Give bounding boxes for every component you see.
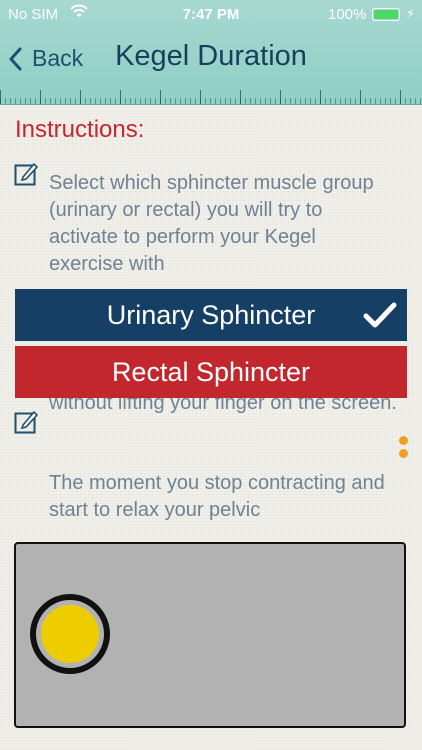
charging-bolt-icon: ⚡ (406, 6, 416, 21)
instruction-step-3: The moment you stop contracting and star… (49, 472, 385, 521)
touch-pad[interactable] (14, 542, 406, 728)
touch-knob-core (41, 605, 99, 663)
battery-fill (374, 10, 398, 19)
battery-icon (372, 8, 400, 21)
rectal-sphincter-label: Rectal Sphincter (111, 357, 311, 387)
battery-percent: 100% (328, 6, 367, 23)
instruction-step-2: without lifting your finger on the scree… (49, 398, 397, 414)
page-dot (399, 449, 408, 458)
edit-note-icon (14, 162, 39, 186)
urinary-sphincter-option[interactable]: Urinary Sphincter (15, 289, 407, 341)
urinary-sphincter-label: Urinary Sphincter (106, 300, 316, 330)
header-bar: No SIM 7:47 PM 100% ⚡ Back Kegel Duratio… (0, 0, 422, 105)
instruction-step-1: Select which sphincter muscle group (uri… (49, 172, 374, 275)
ruler-decoration (0, 86, 422, 104)
checkmark-icon (363, 302, 397, 328)
page-title: Kegel Duration (115, 40, 307, 72)
touch-knob-ring (36, 600, 104, 668)
page-dot (399, 436, 408, 445)
touch-knob[interactable] (30, 594, 110, 674)
navigation-bar: Back Kegel Duration (0, 30, 422, 86)
status-bar: No SIM 7:47 PM 100% ⚡ (0, 0, 422, 30)
instructions-scroll-area[interactable]: without lifting your finger on the scree… (0, 398, 422, 528)
page-indicator[interactable] (399, 436, 409, 460)
rectal-sphincter-option[interactable]: Rectal Sphincter (15, 346, 407, 398)
instructions-title: Instructions: (15, 116, 145, 143)
